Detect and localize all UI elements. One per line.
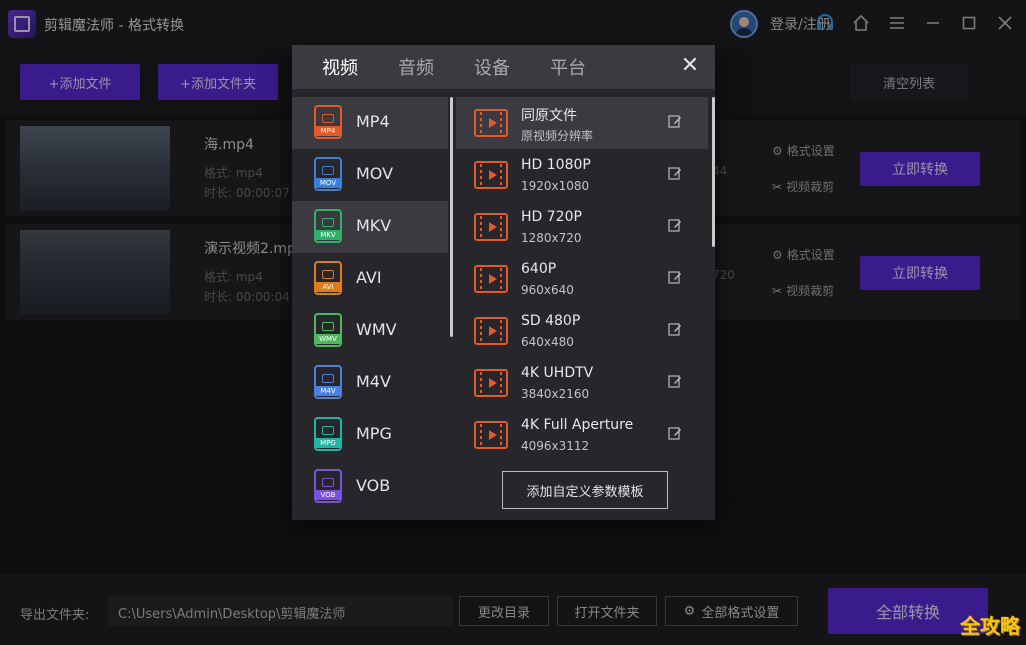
dialog-tabs: 视频 音频 设备 平台 ✕ xyxy=(292,45,715,89)
format-name: AVI xyxy=(356,268,382,287)
edit-icon[interactable] xyxy=(668,218,684,234)
tab-video[interactable]: 视频 xyxy=(312,54,368,80)
preset-item[interactable]: 4K UHDTV 3840x2160 xyxy=(456,357,708,409)
dialog-close-icon[interactable]: ✕ xyxy=(679,55,701,77)
preset-resolution: 1280x720 xyxy=(521,231,582,245)
format-name: MP4 xyxy=(356,112,390,131)
format-name: MOV xyxy=(356,164,394,183)
preset-list: 同原文件原视频分辨率 HD 1080P 1920x1080 HD 720P 1280x7… xyxy=(456,97,708,467)
preset-name: HD 720P xyxy=(521,209,582,225)
format-item-mov[interactable]: MOV MOV xyxy=(292,149,448,201)
format-item-mp4[interactable]: MP4 MP4 xyxy=(292,97,448,149)
preset-name: 同原文件 xyxy=(521,108,577,124)
video-film-icon xyxy=(474,369,508,397)
format-list: MP4 MP4 MOV MOV MKV MKV AVI AVI WMV WMV M4V M4V MPG M… xyxy=(292,97,448,515)
format-name: MKV xyxy=(356,216,392,235)
format-item-m4v[interactable]: M4V M4V xyxy=(292,357,448,409)
tab-audio[interactable]: 音频 xyxy=(388,54,444,80)
preset-resolution: 640x480 xyxy=(521,335,574,349)
video-film-icon xyxy=(474,317,508,345)
preset-resolution: 1920x1080 xyxy=(521,179,590,193)
video-film-icon xyxy=(474,213,508,241)
app-window: 剪辑魔法师 - 格式转换 登录/注册 +添加文件 +添加文件夹 清空列表 海.m… xyxy=(0,0,1026,645)
format-icon-tag: MP4 xyxy=(316,126,340,136)
format-item-wmv[interactable]: WMV WMV xyxy=(292,305,448,357)
edit-icon[interactable] xyxy=(668,114,684,130)
format-icon-tag: M4V xyxy=(316,386,340,396)
format-icon-tag: WMV xyxy=(316,334,340,344)
format-icon-tag: VOB xyxy=(316,490,340,500)
edit-icon[interactable] xyxy=(668,426,684,442)
tab-device[interactable]: 设备 xyxy=(464,54,520,80)
video-format-icon: MP4 xyxy=(314,105,342,139)
preset-item[interactable]: SD 480P 640x480 xyxy=(456,305,708,357)
format-icon-tag: AVI xyxy=(316,282,340,292)
video-format-icon: MKV xyxy=(314,209,342,243)
format-name: MPG xyxy=(356,424,392,443)
preset-resolution: 960x640 xyxy=(521,283,574,297)
video-format-icon: WMV xyxy=(314,313,342,347)
preset-name: 4K Full Aperture xyxy=(521,417,634,433)
video-film-icon xyxy=(474,161,508,189)
tab-platform[interactable]: 平台 xyxy=(540,54,596,80)
preset-name: 640P xyxy=(521,261,557,277)
watermark-logo: 全攻略 xyxy=(960,614,1020,638)
preset-resolution: 原视频分辨率 xyxy=(521,129,594,143)
preset-list-scrollbar[interactable] xyxy=(712,97,715,247)
format-item-avi[interactable]: AVI AVI xyxy=(292,253,448,305)
format-icon-tag: MKV xyxy=(316,230,340,240)
add-custom-template-button[interactable]: 添加自定义参数模板 xyxy=(502,471,668,509)
edit-icon[interactable] xyxy=(668,166,684,182)
video-film-icon xyxy=(474,265,508,293)
format-item-vob[interactable]: VOB VOB xyxy=(292,461,448,513)
video-format-icon: M4V xyxy=(314,365,342,399)
edit-icon[interactable] xyxy=(668,322,684,338)
format-name: M4V xyxy=(356,372,391,391)
preset-name: HD 1080P xyxy=(521,157,591,173)
preset-name: 4K UHDTV xyxy=(521,365,594,381)
video-film-icon xyxy=(474,421,508,449)
format-name: WMV xyxy=(356,320,397,339)
preset-item[interactable]: HD 720P 1280x720 xyxy=(456,201,708,253)
video-format-icon: VOB xyxy=(314,469,342,503)
preset-item[interactable]: HD 1080P 1920x1080 xyxy=(456,149,708,201)
preset-resolution: 4096x3112 xyxy=(521,439,590,453)
video-format-icon: MPG xyxy=(314,417,342,451)
format-icon-tag: MOV xyxy=(316,178,340,188)
preset-item[interactable]: 640P 960x640 xyxy=(456,253,708,305)
format-name: VOB xyxy=(356,476,391,495)
preset-item[interactable]: 同原文件原视频分辨率 xyxy=(456,97,708,149)
format-item-mkv[interactable]: MKV MKV xyxy=(292,201,448,253)
edit-icon[interactable] xyxy=(668,374,684,390)
format-list-scrollbar[interactable] xyxy=(450,97,453,337)
preset-name: SD 480P xyxy=(521,313,581,329)
edit-icon[interactable] xyxy=(668,270,684,286)
format-icon-tag: MPG xyxy=(316,438,340,448)
preset-item[interactable]: 4K Full Aperture 4096x3112 xyxy=(456,409,708,461)
video-format-icon: AVI xyxy=(314,261,342,295)
format-item-mpg[interactable]: MPG MPG xyxy=(292,409,448,461)
video-format-icon: MOV xyxy=(314,157,342,191)
format-dialog: 视频 音频 设备 平台 ✕ MP4 MP4 MOV MOV MKV MKV AVI AVI WM… xyxy=(292,45,715,520)
preset-resolution: 3840x2160 xyxy=(521,387,590,401)
video-film-icon xyxy=(474,109,508,137)
